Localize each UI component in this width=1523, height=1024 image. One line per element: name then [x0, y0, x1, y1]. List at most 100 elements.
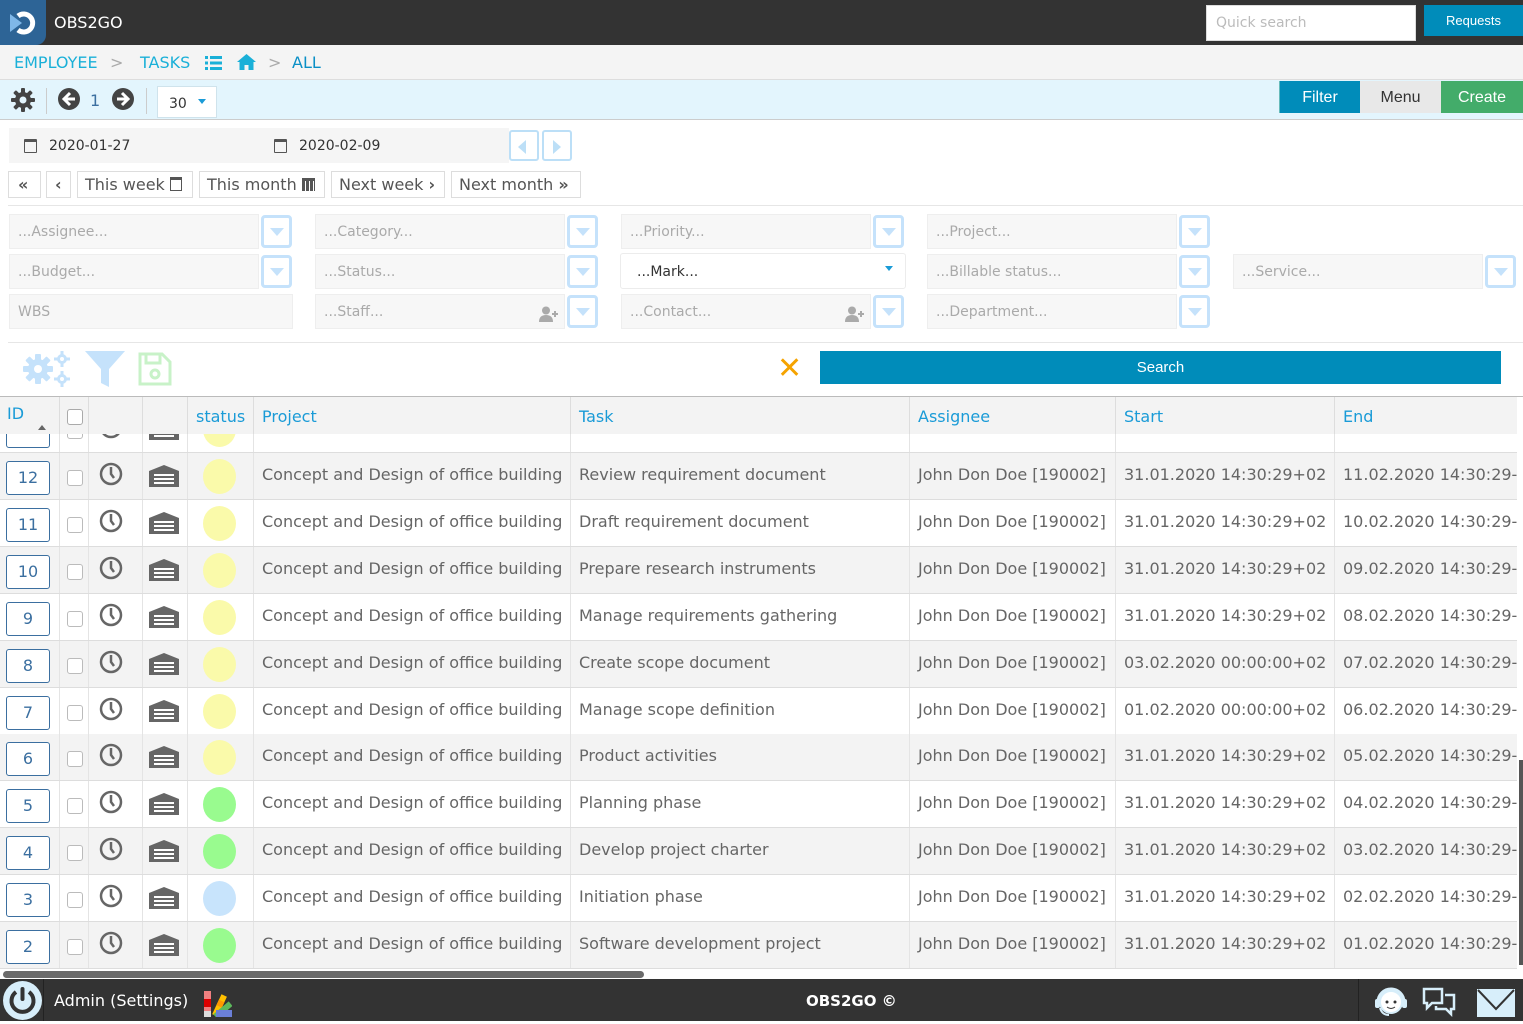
row-checkbox[interactable]: [67, 516, 83, 533]
category-filter[interactable]: ...Category...: [315, 214, 565, 249]
menu-button[interactable]: Menu: [1360, 81, 1441, 113]
warehouse-icon[interactable]: [149, 558, 179, 585]
table-row[interactable]: 6 Concept and Design of office building Pr…: [0, 734, 1517, 782]
column-header-project[interactable]: Project: [253, 397, 570, 434]
row-checkbox[interactable]: [67, 563, 83, 580]
this-week-button[interactable]: This week: [77, 171, 193, 198]
date-to-field[interactable]: 2020-02-09: [259, 128, 509, 163]
warehouse-icon[interactable]: [149, 652, 179, 679]
clock-icon[interactable]: [99, 650, 123, 678]
warehouse-icon[interactable]: [149, 793, 179, 819]
contact-dropdown-button[interactable]: [873, 295, 904, 328]
row-id-button[interactable]: 6: [6, 742, 50, 777]
clock-icon[interactable]: [99, 603, 123, 631]
table-row[interactable]: 11 Concept and Design of office building D…: [0, 499, 1517, 547]
filter-button[interactable]: Filter: [1279, 81, 1360, 113]
color-palette-icon[interactable]: [204, 991, 233, 1021]
column-header-id[interactable]: ID: [0, 397, 59, 434]
previous-month-button[interactable]: «: [8, 171, 41, 198]
chat-icon[interactable]: [1422, 987, 1456, 1021]
row-id-button[interactable]: 12: [6, 461, 50, 495]
row-checkbox[interactable]: [67, 704, 83, 721]
row-checkbox[interactable]: [67, 434, 83, 439]
quick-search-input[interactable]: [1206, 5, 1416, 41]
warehouse-icon[interactable]: [149, 840, 179, 866]
save-icon[interactable]: [138, 352, 172, 390]
table-row[interactable]: 8 Concept and Design of office building Cr…: [0, 640, 1517, 688]
warehouse-icon[interactable]: [149, 605, 179, 632]
priority-filter[interactable]: ...Priority...: [621, 214, 871, 249]
table-row[interactable]: 2 Concept and Design of office building So…: [0, 922, 1517, 969]
this-month-button[interactable]: This month: [199, 171, 325, 198]
department-filter[interactable]: ...Department...: [927, 294, 1177, 329]
assignee-filter[interactable]: ...Assignee...: [9, 214, 259, 249]
logout-button[interactable]: [3, 981, 42, 1020]
billable-status-filter[interactable]: ...Billable status...: [927, 254, 1177, 289]
horizontal-scrollbar[interactable]: [3, 971, 644, 978]
priority-dropdown-button[interactable]: [873, 215, 904, 248]
row-id-button[interactable]: 10: [6, 554, 50, 589]
warehouse-icon[interactable]: [149, 465, 179, 491]
column-header-status[interactable]: status: [187, 397, 253, 434]
row-checkbox[interactable]: [67, 470, 83, 486]
breadcrumb-tasks[interactable]: TASKS: [140, 53, 190, 72]
requests-button[interactable]: Requests: [1424, 5, 1523, 36]
clock-icon[interactable]: [99, 884, 123, 912]
row-id-button[interactable]: 2: [6, 930, 50, 964]
row-id-button[interactable]: 8: [6, 648, 50, 683]
category-dropdown-button[interactable]: [567, 215, 598, 248]
admin-settings-link[interactable]: Admin (Settings): [54, 991, 188, 1010]
app-logo[interactable]: [0, 0, 46, 45]
table-row[interactable]: 5 Concept and Design of office building Pl…: [0, 781, 1517, 829]
filter-funnel-icon[interactable]: [85, 351, 125, 391]
budget-filter[interactable]: ...Budget...: [9, 254, 259, 289]
row-checkbox[interactable]: [67, 939, 83, 955]
budget-dropdown-button[interactable]: [261, 255, 292, 288]
service-dropdown-button[interactable]: [1485, 255, 1516, 288]
breadcrumb-employee[interactable]: EMPLOYEE: [14, 53, 98, 72]
vertical-scrollbar[interactable]: [1519, 760, 1523, 965]
previous-page-icon[interactable]: [58, 88, 80, 114]
row-id-button[interactable]: 11: [6, 507, 50, 542]
warehouse-icon[interactable]: [149, 746, 179, 772]
status-dropdown-button[interactable]: [567, 255, 598, 288]
warehouse-icon[interactable]: [149, 434, 179, 444]
staff-dropdown-button[interactable]: [567, 295, 598, 328]
warehouse-icon[interactable]: [149, 511, 179, 538]
next-week-button[interactable]: Next week ›: [331, 171, 445, 198]
assignee-dropdown-button[interactable]: [261, 215, 292, 248]
warehouse-icon[interactable]: [149, 699, 179, 726]
date-next-button[interactable]: [542, 130, 572, 161]
clear-filters-icon[interactable]: ✕: [777, 354, 802, 384]
add-person-icon[interactable]: [539, 306, 559, 326]
row-checkbox[interactable]: [67, 892, 83, 909]
clock-icon[interactable]: [99, 509, 123, 537]
home-icon[interactable]: [237, 54, 256, 74]
row-id-button[interactable]: 4: [6, 836, 50, 871]
clock-icon[interactable]: [99, 697, 123, 725]
add-person-icon[interactable]: [845, 306, 865, 326]
settings-gear-icon[interactable]: [11, 88, 35, 116]
mark-select[interactable]: ...Mark...: [620, 253, 906, 289]
page-size-select[interactable]: 30: [157, 86, 217, 118]
clock-icon[interactable]: [99, 743, 123, 771]
column-settings-icon[interactable]: [23, 350, 71, 392]
department-dropdown-button[interactable]: [1179, 295, 1210, 328]
search-button[interactable]: Search: [820, 351, 1501, 384]
date-from-field[interactable]: 2020-01-27: [9, 128, 259, 163]
clock-icon[interactable]: [99, 790, 123, 818]
clock-icon[interactable]: [99, 434, 123, 443]
list-icon[interactable]: [205, 55, 222, 74]
row-checkbox[interactable]: [67, 798, 83, 815]
status-filter[interactable]: ...Status...: [315, 254, 565, 289]
table-row[interactable]: 10 Concept and Design of office building P…: [0, 546, 1517, 594]
row-checkbox[interactable]: [67, 845, 83, 862]
row-checkbox[interactable]: [67, 657, 83, 674]
support-headset-icon[interactable]: [1372, 984, 1410, 1022]
row-checkbox[interactable]: [67, 751, 83, 768]
project-filter[interactable]: ...Project...: [927, 214, 1177, 249]
table-row-partial[interactable]: [0, 434, 1517, 453]
table-row[interactable]: 7 Concept and Design of office building Ma…: [0, 687, 1517, 735]
column-header-assignee[interactable]: Assignee: [909, 397, 1115, 434]
create-button[interactable]: Create: [1441, 81, 1523, 113]
